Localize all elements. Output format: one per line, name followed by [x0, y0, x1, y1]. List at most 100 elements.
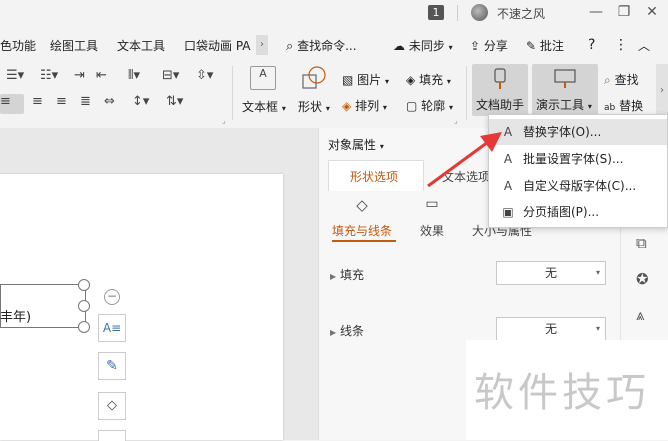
- find-label: 查找: [614, 73, 639, 87]
- menu-item-drawing-tools[interactable]: 绘图工具: [50, 37, 98, 54]
- fill-icon: ◈: [406, 73, 416, 87]
- collapse-ribbon-button[interactable]: ︿: [638, 37, 650, 54]
- minimize-button[interactable]: —: [586, 3, 606, 21]
- drawing-settings-icon[interactable]: ⌟: [454, 116, 458, 125]
- arrange-button[interactable]: ◈ 排列 ▾: [342, 97, 387, 114]
- window-count-badge[interactable]: 1: [428, 5, 444, 20]
- sync-status-label: 未同步: [408, 39, 445, 53]
- doc-helper-label: 文档助手: [476, 98, 525, 112]
- fill-select-value: 无: [544, 266, 557, 280]
- more-options-button[interactable]: ⋮: [614, 37, 628, 53]
- outline-button[interactable]: ▢ 轮廓 ▾: [406, 97, 453, 114]
- subtab-fill-and-line[interactable]: 填充与线条: [332, 222, 392, 239]
- menu-item-batch-font[interactable]: A 批量设置字体(S)...: [489, 146, 667, 172]
- badge-icon[interactable]: ✪: [636, 270, 649, 288]
- search-icon: ⌕: [604, 73, 611, 87]
- paragraph-spacing-icon[interactable]: ↕▾: [132, 94, 149, 109]
- outdent-icon[interactable]: ⇤: [96, 68, 107, 83]
- share-button[interactable]: ⇪ 分享: [470, 37, 508, 54]
- distribute-icon[interactable]: ⇔: [104, 94, 115, 109]
- replace-icon: ab: [604, 103, 616, 113]
- presentation-tools-button[interactable]: 演示工具 ▾: [532, 64, 598, 116]
- menu-item-text-tools[interactable]: 文本工具: [117, 37, 165, 54]
- shape-button[interactable]: 形状 ▾: [298, 98, 330, 115]
- avatar[interactable]: [471, 4, 488, 21]
- line-section-toggle[interactable]: ▶ 线条: [330, 322, 364, 339]
- fill-section-toggle[interactable]: ▶ 填充: [330, 266, 364, 283]
- layers-icon[interactable]: ⩓: [636, 306, 644, 324]
- tab-shape-options-label: 形状选项: [350, 170, 399, 184]
- fill-line-icon[interactable]: ◇: [350, 196, 374, 216]
- resize-handle[interactable]: [78, 279, 90, 291]
- align-left-icon[interactable]: ≡: [0, 94, 24, 114]
- menu-item-replace-font[interactable]: A 替换字体(O)...: [489, 119, 667, 145]
- resize-handle[interactable]: [78, 300, 90, 312]
- fill-select[interactable]: 无 ▾: [496, 261, 606, 285]
- chevron-down-icon: ▾: [379, 142, 384, 151]
- bullet-list-icon[interactable]: ☰▾: [6, 68, 24, 83]
- menu-item-pocket-animation[interactable]: 口袋动画 PA: [184, 37, 251, 54]
- menu-item-page-insert-image[interactable]: ▣ 分页插图(P)...: [489, 199, 667, 225]
- indent-icon[interactable]: ⇥: [74, 68, 85, 83]
- close-button[interactable]: ✕: [642, 3, 662, 21]
- sync-status-button[interactable]: ☁ 未同步 ▾: [393, 37, 453, 54]
- menu-item-master-font[interactable]: A 自定义母版字体(C)...: [489, 173, 667, 199]
- fill-button[interactable]: ◈ 填充 ▾: [406, 71, 451, 88]
- replace-label: 替换: [619, 99, 644, 113]
- collapse-icon[interactable]: −: [104, 289, 120, 305]
- chevron-down-icon: ▾: [385, 77, 390, 86]
- more-tools-icon[interactable]: [98, 430, 126, 441]
- outline-icon: ▢: [406, 99, 418, 113]
- panel-title-label: 对象属性: [328, 138, 377, 152]
- brush-icon[interactable]: ✎: [98, 352, 126, 380]
- menu-item-color-features[interactable]: 色功能: [0, 37, 36, 54]
- effects-icon[interactable]: ▭: [420, 196, 444, 216]
- presentation-tools-icon: [554, 68, 576, 90]
- replace-button[interactable]: ab 替换: [604, 97, 643, 114]
- ribbon-scroll-right-button[interactable]: ›: [656, 64, 668, 118]
- numbered-list-icon[interactable]: ☷▾: [40, 68, 58, 83]
- chevron-down-icon: ▾: [382, 103, 387, 112]
- chevron-down-icon: ▾: [449, 103, 454, 112]
- resize-handle[interactable]: [78, 321, 90, 333]
- textbox-icon[interactable]: A: [250, 66, 276, 90]
- help-button[interactable]: ?: [588, 37, 595, 53]
- search-command[interactable]: ⌕ 查找命令...: [286, 37, 357, 54]
- vertical-align-icon[interactable]: ⇅▾: [166, 94, 183, 109]
- presentation-tools-text: 演示工具 ▾: [536, 96, 592, 113]
- comment-button[interactable]: ✎ 批注: [526, 37, 564, 54]
- shapes-icon[interactable]: ⧉: [636, 234, 647, 252]
- align-right-icon[interactable]: ≡: [56, 94, 67, 109]
- fill-label: 填充: [419, 73, 444, 87]
- username[interactable]: 不速之风: [497, 5, 545, 22]
- align-center-icon[interactable]: ≡: [32, 94, 43, 109]
- comment-icon: ✎: [526, 39, 537, 53]
- arrange-icon: ◈: [342, 99, 352, 113]
- justify-icon[interactable]: ≣: [80, 94, 91, 109]
- subtab-effects[interactable]: 效果: [420, 222, 444, 239]
- picture-button[interactable]: ▧ 图片 ▾: [342, 71, 389, 88]
- share-icon: ⇪: [470, 39, 481, 53]
- chevron-down-icon: ▾: [446, 77, 451, 86]
- panel-title[interactable]: 对象属性 ▾: [328, 136, 384, 153]
- doc-helper-button[interactable]: 文档助手: [472, 64, 528, 116]
- textbox-button[interactable]: 文本框 ▾: [242, 98, 286, 115]
- menu-item-label: 自定义母版字体(C)...: [523, 179, 637, 193]
- doc-helper-icon: [490, 68, 510, 90]
- arrange-label: 排列: [355, 99, 380, 113]
- image-icon: ▣: [502, 205, 514, 219]
- textbox-text[interactable]: 丰年): [0, 306, 31, 325]
- column-icon[interactable]: ⫴▾: [128, 68, 140, 83]
- shape-icon[interactable]: [302, 66, 326, 90]
- restore-button[interactable]: ❐: [614, 3, 634, 21]
- chevron-down-icon: ▾: [281, 104, 286, 113]
- menu-scroll-right-button[interactable]: ›: [256, 35, 268, 55]
- subtab-underline: [332, 240, 396, 242]
- fill-bucket-icon[interactable]: ◇: [98, 392, 126, 420]
- line-select[interactable]: 无 ▾: [496, 317, 606, 341]
- text-direction-icon[interactable]: ⊟▾: [162, 68, 179, 83]
- text-format-icon[interactable]: A≡: [98, 314, 126, 342]
- line-spacing-icon[interactable]: ⇳▾: [196, 68, 213, 83]
- find-button[interactable]: ⌕ 查找: [604, 71, 639, 88]
- paragraph-settings-icon[interactable]: ⌟: [222, 116, 226, 125]
